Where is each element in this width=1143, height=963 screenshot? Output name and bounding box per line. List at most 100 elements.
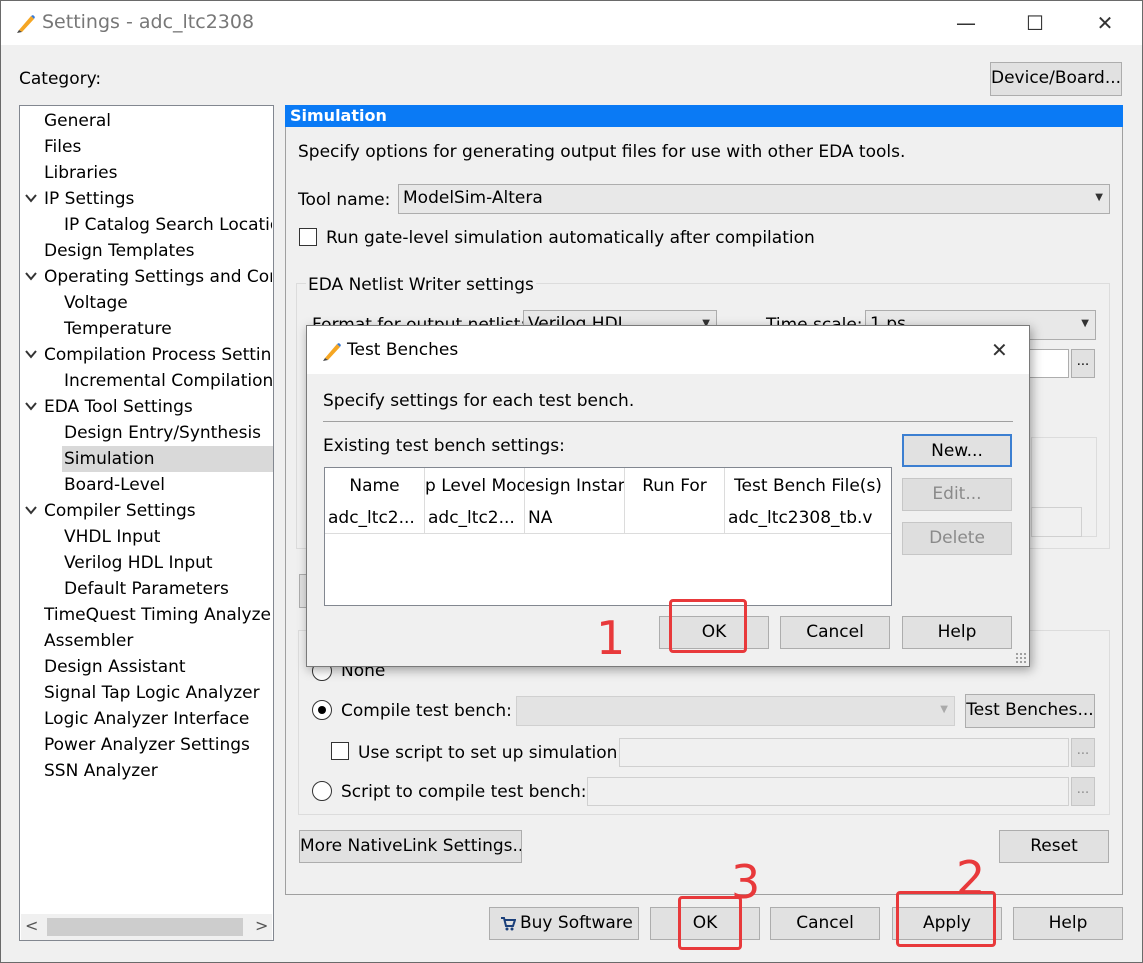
tree-item-timequest[interactable]: TimeQuest Timing Analyzer: [44, 605, 272, 625]
script-compile-radio[interactable]: [312, 781, 332, 801]
chevron-down-icon[interactable]: [24, 503, 38, 517]
table-cell[interactable]: adc_ltc2308_tb.v: [728, 508, 890, 528]
use-script-browse-button[interactable]: ...: [1071, 738, 1095, 767]
existing-settings-label: Existing test bench settings:: [323, 436, 565, 456]
tree-item-logic-analyzer-interface[interactable]: Logic Analyzer Interface: [44, 709, 249, 729]
tree-item-design-assistant[interactable]: Design Assistant: [44, 657, 186, 677]
tree-item-compiler-settings[interactable]: Compiler Settings: [44, 501, 196, 521]
gate-level-checkbox[interactable]: [299, 228, 317, 246]
compile-test-bench-label: Compile test bench:: [341, 701, 512, 721]
tree-item-power-analyzer[interactable]: Power Analyzer Settings: [44, 735, 250, 755]
tree-item-general[interactable]: General: [44, 111, 111, 131]
row-divider: [325, 533, 891, 534]
chevron-down-icon[interactable]: [24, 399, 38, 413]
scroll-thumb[interactable]: [47, 918, 243, 936]
output-directory-browse-button[interactable]: ...: [1071, 349, 1095, 378]
cart-icon: [501, 917, 516, 931]
chevron-down-icon[interactable]: [24, 347, 38, 361]
gate-level-label: Run gate-level simulation automatically …: [326, 228, 815, 248]
window-title: Settings - adc_ltc2308: [42, 11, 255, 33]
dropdown-arrow-icon: ▼: [1081, 318, 1089, 329]
tool-name-select[interactable]: ModelSim-Altera ▼: [398, 184, 1110, 214]
dropdown-arrow-icon: ▼: [1095, 192, 1103, 203]
maximize-button[interactable]: ☐: [1020, 9, 1050, 37]
column-header-test-bench-files[interactable]: Test Bench File(s): [725, 476, 891, 496]
edit-test-bench-button[interactable]: Edit...: [902, 478, 1012, 511]
tree-item-ssn-analyzer[interactable]: SSN Analyzer: [44, 761, 158, 781]
delete-test-bench-button[interactable]: Delete: [902, 522, 1012, 555]
buy-software-button[interactable]: Buy Software: [489, 907, 639, 940]
column-header-design-instance[interactable]: esign Instan: [525, 476, 624, 496]
chevron-down-icon[interactable]: [24, 191, 38, 205]
cancel-button[interactable]: Cancel: [770, 907, 880, 940]
title-bar: Settings - adc_ltc2308 — ☐ ✕: [1, 1, 1142, 45]
scroll-right-arrow[interactable]: >: [255, 916, 268, 935]
eda-netlist-group-label: EDA Netlist Writer settings: [306, 275, 536, 295]
tree-item-voltage[interactable]: Voltage: [64, 293, 128, 313]
tree-item-incremental-compilation[interactable]: Incremental Compilation: [64, 371, 273, 391]
annotation-number-1: 1: [596, 611, 626, 665]
tree-item-board-level[interactable]: Board-Level: [64, 475, 165, 495]
tree-item-temperature[interactable]: Temperature: [64, 319, 172, 339]
reset-button[interactable]: Reset: [999, 830, 1109, 863]
category-tree[interactable]: General Files Libraries IP Settings IP C…: [19, 105, 274, 941]
compile-test-bench-radio[interactable]: [312, 700, 332, 720]
buy-software-label: Buy Software: [520, 913, 633, 933]
tree-item-default-parameters[interactable]: Default Parameters: [64, 579, 229, 599]
tree-item-compilation-process-settings[interactable]: Compilation Process Settings: [44, 345, 272, 365]
test-bench-table[interactable]: Name p Level Mod esign Instan Run For Te…: [324, 467, 892, 606]
use-script-checkbox[interactable]: [331, 742, 349, 760]
close-window-button[interactable]: ✕: [1090, 9, 1120, 37]
script-compile-label: Script to compile test bench:: [341, 782, 587, 802]
dialog-cancel-button[interactable]: Cancel: [780, 616, 890, 649]
table-cell[interactable]: adc_ltc2...: [328, 508, 423, 528]
tree-item-design-templates[interactable]: Design Templates: [44, 241, 195, 261]
tree-item-design-entry-synthesis[interactable]: Design Entry/Synthesis: [64, 423, 261, 443]
help-button[interactable]: Help: [1013, 907, 1123, 940]
dialog-help-button[interactable]: Help: [902, 616, 1012, 649]
category-label: Category:: [19, 69, 102, 89]
tree-item-eda-tool-settings[interactable]: EDA Tool Settings: [44, 397, 193, 417]
simulation-header: Simulation: [285, 105, 1123, 127]
use-script-field[interactable]: [619, 738, 1069, 767]
chevron-down-icon[interactable]: [24, 269, 38, 283]
tree-item-ip-catalog-search-location[interactable]: IP Catalog Search Location: [64, 215, 272, 235]
column-header-top-level-module[interactable]: p Level Mod: [425, 476, 524, 496]
table-cell[interactable]: NA: [528, 508, 623, 528]
eda-inner-field[interactable]: [1031, 507, 1082, 537]
column-header-name[interactable]: Name: [325, 476, 424, 496]
tool-name-value: ModelSim-Altera: [403, 188, 543, 208]
table-cell[interactable]: adc_ltc2...: [428, 508, 523, 528]
tree-item-verilog-hdl-input[interactable]: Verilog HDL Input: [64, 553, 213, 573]
minimize-button[interactable]: —: [951, 9, 981, 37]
tree-item-ip-settings[interactable]: IP Settings: [44, 189, 134, 209]
tree-item-vhdl-input[interactable]: VHDL Input: [64, 527, 160, 547]
test-benches-button[interactable]: Test Benches...: [965, 694, 1095, 728]
scroll-left-arrow[interactable]: <: [25, 916, 38, 935]
tree-item-operating-settings[interactable]: Operating Settings and Conditions: [44, 267, 272, 287]
annotation-number-2: 2: [956, 851, 986, 905]
column-header-run-for[interactable]: Run For: [625, 476, 724, 496]
pencil-icon: [323, 343, 341, 361]
annotation-box-1: [669, 599, 747, 653]
new-test-bench-button[interactable]: New...: [902, 434, 1012, 467]
dialog-close-button[interactable]: ✕: [991, 338, 1008, 362]
dialog-divider: [323, 421, 1013, 422]
tree-item-files[interactable]: Files: [44, 137, 81, 157]
dialog-title: Test Benches: [347, 340, 459, 360]
tree-item-simulation[interactable]: Simulation: [64, 449, 155, 469]
compile-test-bench-select[interactable]: ▼: [516, 696, 955, 726]
use-script-label: Use script to set up simulation:: [358, 743, 624, 763]
tree-item-assembler[interactable]: Assembler: [44, 631, 133, 651]
resize-grip-icon[interactable]: [1015, 652, 1027, 664]
annotation-number-3: 3: [731, 855, 761, 909]
test-benches-dialog: Test Benches ✕ Specify settings for each…: [306, 325, 1030, 667]
pencil-icon: [17, 15, 35, 33]
script-compile-browse-button[interactable]: ...: [1071, 777, 1095, 806]
device-board-button[interactable]: Device/Board...: [990, 62, 1122, 96]
script-compile-field[interactable]: [587, 777, 1069, 806]
tree-item-signal-tap[interactable]: Signal Tap Logic Analyzer: [44, 683, 260, 703]
tree-horizontal-scrollbar[interactable]: < >: [21, 914, 272, 940]
more-nativelink-button[interactable]: More NativeLink Settings...: [299, 830, 522, 863]
tree-item-libraries[interactable]: Libraries: [44, 163, 117, 183]
